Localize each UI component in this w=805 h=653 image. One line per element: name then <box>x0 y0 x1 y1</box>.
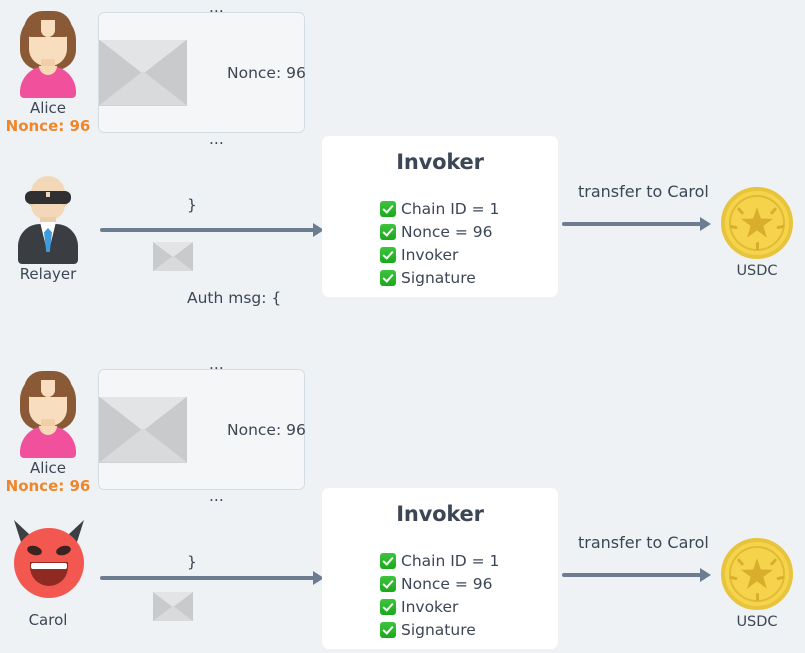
check-row: Nonce = 96 <box>380 221 500 243</box>
auth-line: Nonce: 96 <box>187 419 306 441</box>
invoker-title: Invoker <box>322 150 558 174</box>
check-mark-icon <box>380 270 396 286</box>
actor-nonce: Nonce: 96 <box>0 117 96 135</box>
check-label: Invoker <box>401 598 458 616</box>
auth-message-box-bottom: Auth msg: { ... Nonce: 96 ... } <box>98 369 305 490</box>
alice-avatar <box>0 6 96 98</box>
check-mark-icon <box>380 599 396 615</box>
check-row: Nonce = 96 <box>380 573 500 595</box>
auth-line: Nonce: 96 <box>187 62 306 84</box>
check-mark-icon <box>380 224 396 240</box>
check-label: Nonce = 96 <box>401 223 493 241</box>
actor-nonce: Nonce: 96 <box>0 477 96 495</box>
actor-name: Alice <box>0 460 96 477</box>
check-mark-icon <box>380 576 396 592</box>
token-usdc-bottom: USDC <box>712 538 802 630</box>
check-row: Signature <box>380 619 500 641</box>
invoker-card-bottom: Invoker Chain ID = 1 Nonce = 96 Invoker … <box>322 488 558 649</box>
arrow-carol-to-invoker <box>100 576 315 580</box>
check-row: Signature <box>380 267 500 289</box>
check-mark-icon <box>380 201 396 217</box>
auth-line: } <box>187 194 306 216</box>
auth-message-box-top: Auth msg: { ... Nonce: 96 ... } <box>98 12 305 133</box>
token-label: USDC <box>712 614 802 630</box>
actor-alice-top: Alice Nonce: 96 <box>0 6 96 135</box>
check-label: Chain ID = 1 <box>401 552 499 570</box>
auth-line: ... <box>187 0 306 18</box>
check-mark-icon <box>380 247 396 263</box>
check-mark-icon <box>380 622 396 638</box>
arrow-head-icon <box>700 217 711 231</box>
check-label: Nonce = 96 <box>401 575 493 593</box>
check-label: Chain ID = 1 <box>401 200 499 218</box>
actor-alice-bottom: Alice Nonce: 96 <box>0 366 96 495</box>
diagram-canvas: Alice Nonce: 96 Auth msg: { ... Nonce: 9… <box>0 0 805 653</box>
invoker-check-list: Chain ID = 1 Nonce = 96 Invoker Signatur… <box>380 550 500 641</box>
coin-icon <box>721 187 793 259</box>
envelope-icon <box>99 40 187 106</box>
transfer-action-label: transfer to Carol <box>578 533 709 552</box>
auth-line: Auth msg: { <box>187 287 306 309</box>
coin-icon <box>721 538 793 610</box>
arrow-invoker-to-usdc <box>562 573 702 577</box>
auth-line: } <box>187 551 306 573</box>
auth-message-text: Auth msg: { ... Nonce: 96 ... } <box>187 0 306 260</box>
relayer-avatar <box>0 172 96 264</box>
check-label: Signature <box>401 621 476 639</box>
auth-line: ... <box>187 353 306 375</box>
check-row: Chain ID = 1 <box>380 198 500 220</box>
auth-message-text: Auth msg: { ... Nonce: 96 ... } <box>187 243 306 617</box>
check-label: Invoker <box>401 246 458 264</box>
envelope-icon <box>153 592 193 621</box>
actor-relayer: Relayer <box>0 172 96 283</box>
actor-name: Carol <box>0 612 96 629</box>
check-row: Invoker <box>380 244 500 266</box>
actor-name: Alice <box>0 100 96 117</box>
auth-line: ... <box>187 485 306 507</box>
token-usdc-top: USDC <box>712 187 802 279</box>
alice-avatar <box>0 366 96 458</box>
arrow-head-icon <box>700 568 711 582</box>
check-row: Invoker <box>380 596 500 618</box>
invoker-title: Invoker <box>322 502 558 526</box>
devil-avatar <box>0 518 96 610</box>
invoker-card-top: Invoker Chain ID = 1 Nonce = 96 Invoker … <box>322 136 558 297</box>
arrow-relayer-to-invoker <box>100 228 315 232</box>
token-label: USDC <box>712 263 802 279</box>
auth-line: ... <box>187 128 306 150</box>
check-mark-icon <box>380 553 396 569</box>
transfer-action-label: transfer to Carol <box>578 182 709 201</box>
envelope-icon <box>99 397 187 463</box>
arrow-invoker-to-usdc <box>562 222 702 226</box>
check-row: Chain ID = 1 <box>380 550 500 572</box>
check-label: Signature <box>401 269 476 287</box>
invoker-check-list: Chain ID = 1 Nonce = 96 Invoker Signatur… <box>380 198 500 289</box>
actor-carol: Carol <box>0 518 96 629</box>
actor-name: Relayer <box>0 266 96 283</box>
